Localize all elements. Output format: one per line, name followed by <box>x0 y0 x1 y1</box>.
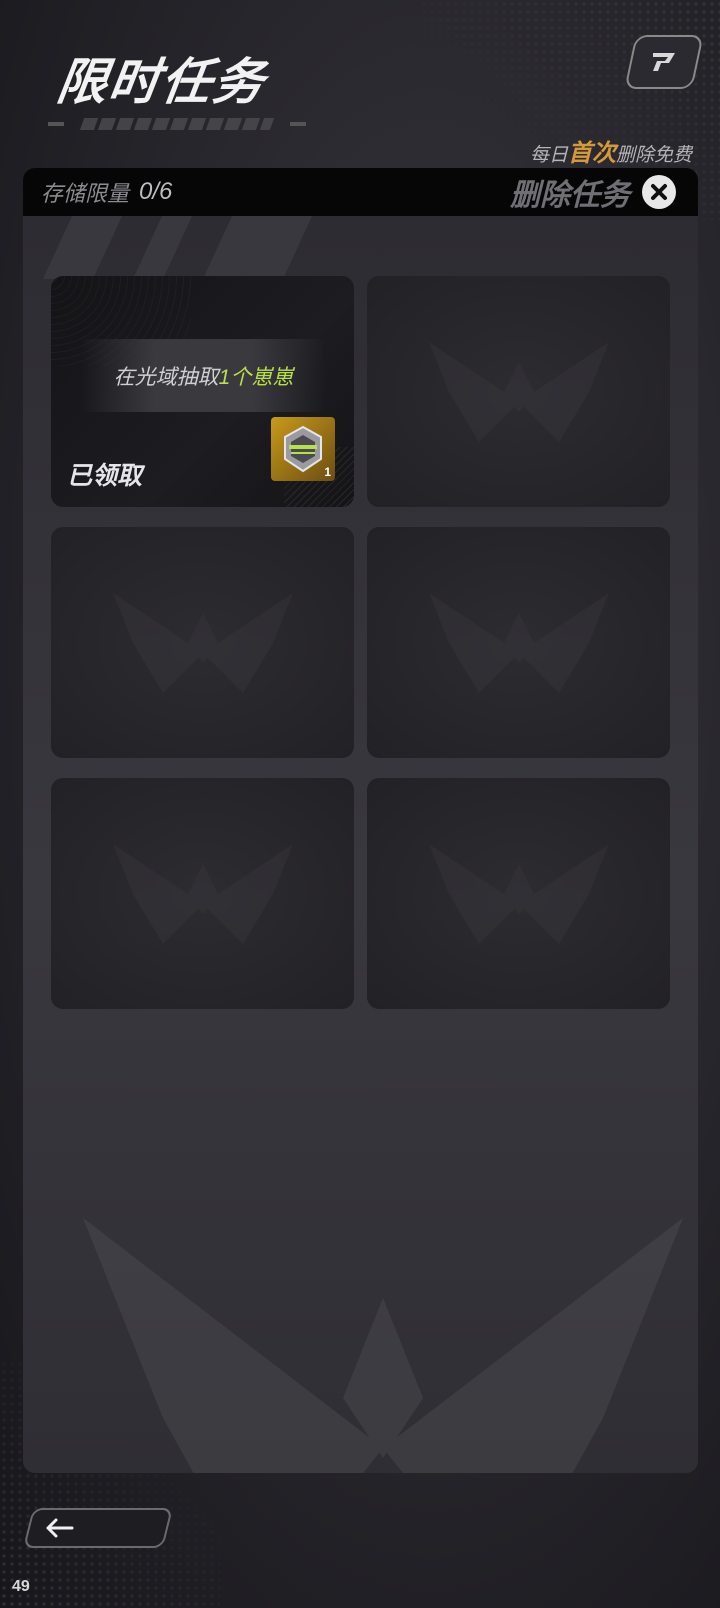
emblem-icon <box>428 592 609 693</box>
emblem-icon <box>428 341 609 442</box>
subtitle-dash <box>290 122 306 126</box>
page-number: 49 <box>12 1578 30 1595</box>
close-button[interactable] <box>642 175 676 209</box>
share-icon <box>653 53 675 71</box>
daily-note-prefix: 每日 <box>529 145 568 166</box>
storage-limit-label: 存储限量 <box>41 181 130 206</box>
empty-task-slot <box>367 276 670 507</box>
panel-background-emblem <box>83 1218 683 1473</box>
task-card[interactable]: 在光域抽取 1个崽崽 已领取 1 <box>51 276 354 507</box>
storage-count: 0/6 <box>139 178 173 205</box>
task-panel: 存储限量 0/6 删除任务 在光域抽取 1个崽崽 已领取 1 <box>23 168 698 1473</box>
daily-note-suffix: 删除免费 <box>615 145 692 166</box>
task-desc-highlight: 1个崽崽 <box>218 365 294 389</box>
share-button[interactable] <box>624 35 704 89</box>
emblem-icon <box>112 843 293 944</box>
reward-quantity: 1 <box>324 465 331 479</box>
back-arrow-icon <box>46 1518 74 1538</box>
daily-note-highlight: 首次 <box>567 140 616 167</box>
emblem-icon <box>428 843 609 944</box>
close-icon <box>651 184 667 200</box>
panel-header: 存储限量 0/6 删除任务 <box>23 168 698 216</box>
claimed-status: 已领取 <box>67 462 143 490</box>
task-desc-text: 在光域抽取 <box>113 365 219 389</box>
subtitle-glyphs <box>79 118 275 130</box>
page-title: 限时任务 <box>53 54 270 110</box>
delete-task-button[interactable]: 删除任务 <box>510 170 630 214</box>
subtitle-dash <box>48 122 64 126</box>
empty-task-slot <box>51 527 354 758</box>
subtitle-decoration <box>48 116 306 132</box>
emblem-icon <box>112 592 293 693</box>
back-button[interactable] <box>23 1508 173 1548</box>
reward-item[interactable]: 1 <box>271 417 335 481</box>
task-description: 在光域抽取 1个崽崽 <box>81 339 326 412</box>
empty-task-slot <box>367 527 670 758</box>
empty-task-slot <box>367 778 670 1009</box>
empty-task-slot <box>51 778 354 1009</box>
daily-free-delete-note: 每日首次删除免费 <box>530 133 692 168</box>
